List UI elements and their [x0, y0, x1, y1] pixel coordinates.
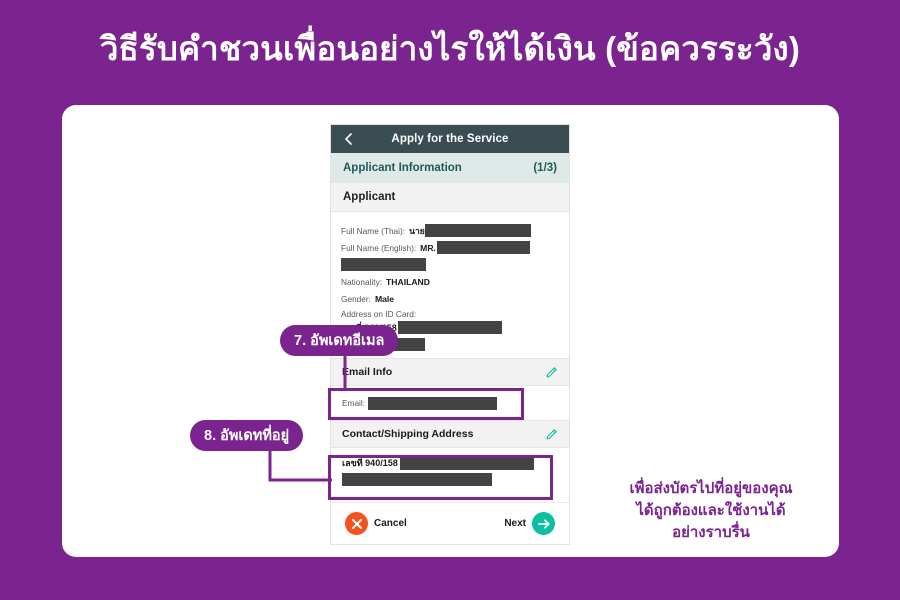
- field-gender-label: Gender:: [341, 293, 371, 304]
- contact-address-field-row[interactable]: เลขที่ 940/158: [331, 448, 569, 495]
- section-applicant-information: Applicant Information (1/3): [331, 153, 569, 183]
- contact-address-value: เลขที่ 940/158: [342, 458, 398, 468]
- redacted-bar: [397, 321, 502, 334]
- side-note-line-2: ได้ถูกต้องและใช้งานได้: [636, 501, 786, 519]
- contact-address-line2: [342, 472, 558, 486]
- callout-step-7: 7. อัพเดทอีเมล: [280, 325, 399, 356]
- pencil-icon[interactable]: [545, 366, 558, 379]
- section-applicant-label: Applicant: [343, 191, 396, 203]
- app-header-bar: Apply for the Service: [331, 125, 569, 153]
- redacted-bar: [341, 258, 426, 271]
- section-email-info: Email Info: [331, 358, 569, 386]
- section-contact-shipping-address: Contact/Shipping Address: [331, 420, 569, 448]
- email-field-label: Email:: [342, 398, 366, 408]
- redacted-bar: [342, 472, 492, 486]
- field-full-name-thai: Full Name (Thai): นาย: [341, 223, 559, 238]
- field-full-name-english-label: Full Name (English):: [341, 242, 417, 253]
- next-button[interactable]: Next: [504, 512, 555, 535]
- pencil-icon[interactable]: [545, 428, 558, 441]
- section-applicant-information-label: Applicant Information: [343, 162, 462, 174]
- cancel-button-label: Cancel: [374, 518, 407, 529]
- close-circle-icon: [345, 512, 368, 535]
- section-email-info-label: Email Info: [342, 366, 393, 378]
- field-full-name-thai-label: Full Name (Thai):: [341, 225, 406, 236]
- side-note: เพื่อส่งบัตรไปที่อยู่ของคุณ ได้ถูกต้องแล…: [592, 478, 830, 543]
- side-note-line-3: อย่างราบรื่น: [672, 523, 750, 541]
- field-nationality: Nationality: THAILAND: [341, 274, 559, 289]
- section-applicant: Applicant: [331, 183, 569, 212]
- field-nationality-label: Nationality:: [341, 276, 383, 287]
- contact-address-line1: เลขที่ 940/158: [342, 456, 558, 470]
- callout-step-8: 8. อัพเดทที่อยู่: [190, 420, 304, 451]
- next-button-label: Next: [504, 518, 526, 529]
- chevron-left-icon[interactable]: [342, 132, 356, 146]
- redacted-bar: [436, 241, 530, 254]
- redacted-bar: [368, 396, 498, 410]
- form-footer: Cancel Next: [331, 502, 569, 544]
- arrow-right-circle-icon: [532, 512, 555, 535]
- field-gender-value: Male: [374, 293, 395, 304]
- side-note-line-1: เพื่อส่งบัตรไปที่อยู่ของคุณ: [629, 480, 793, 497]
- email-field-row[interactable]: Email:: [331, 386, 569, 420]
- field-full-name-thai-prefix: นาย: [409, 225, 425, 236]
- page-title: วิธีรับคำชวนเพื่อนอย่างไรให้ได้เงิน (ข้อ…: [99, 30, 801, 67]
- step-counter: (1/3): [533, 162, 557, 174]
- redacted-bar: [424, 224, 531, 237]
- app-header-title: Apply for the Service: [391, 133, 509, 145]
- cancel-button[interactable]: Cancel: [345, 512, 407, 535]
- field-nationality-value: THAILAND: [386, 276, 430, 287]
- section-contact-shipping-address-label: Contact/Shipping Address: [342, 428, 474, 440]
- field-address-on-id-label: Address on ID Card:: [341, 309, 417, 319]
- field-gender: Gender: Male: [341, 291, 559, 306]
- field-full-name-english: Full Name (English): MR.: [341, 240, 559, 255]
- field-full-name-english-line2: [341, 257, 559, 272]
- field-full-name-english-prefix: MR.: [420, 242, 436, 253]
- redacted-bar: [399, 456, 534, 470]
